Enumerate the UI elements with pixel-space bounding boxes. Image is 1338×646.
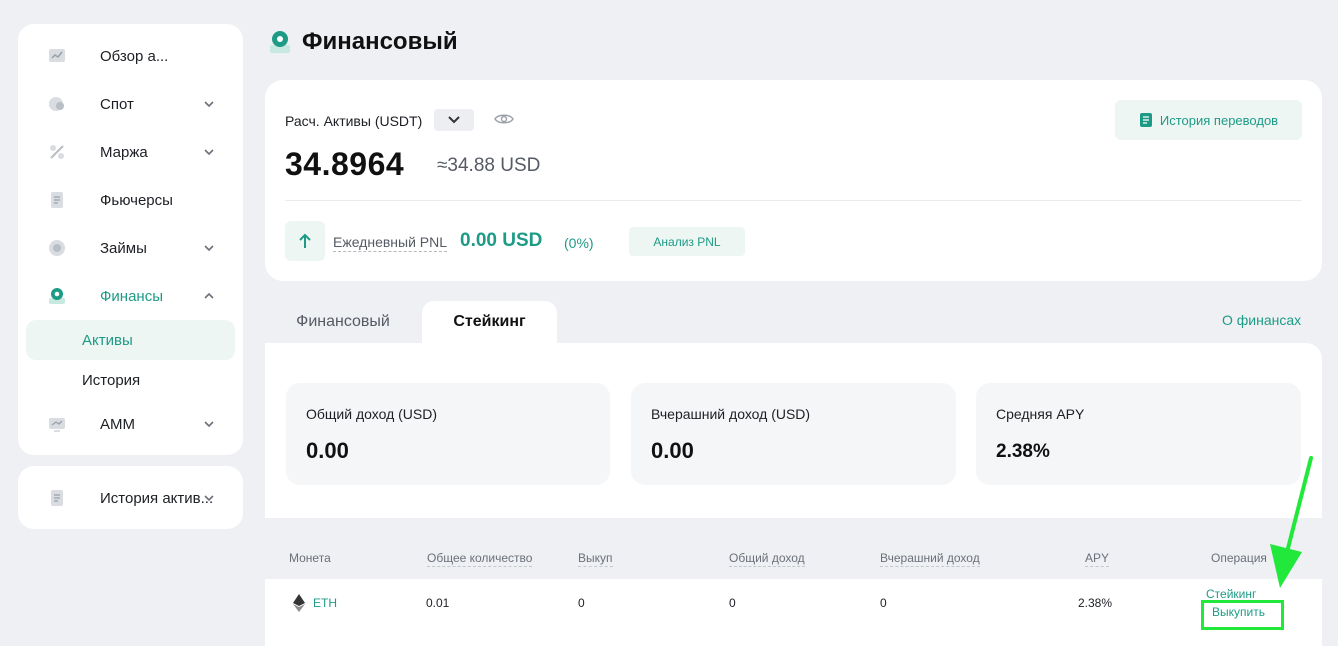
chevron-down-icon bbox=[204, 421, 214, 428]
about-finance-link[interactable]: О финансах bbox=[1222, 312, 1301, 328]
transfer-history-label: История переводов bbox=[1159, 112, 1279, 128]
tab-staking[interactable]: Стейкинг bbox=[422, 301, 557, 343]
sidebar-subitem-history[interactable]: История bbox=[26, 360, 235, 400]
sidebar-item-spot[interactable]: Спот bbox=[26, 84, 235, 124]
sidebar: Обзор а... Спот Маржа Фьючерсы Займы Фин… bbox=[18, 24, 243, 455]
sidebar-item-amm[interactable]: AMM bbox=[26, 404, 235, 444]
sidebar-item-label: Спот bbox=[100, 95, 134, 113]
pnl-indicator bbox=[285, 221, 325, 261]
chevron-down-icon bbox=[204, 101, 214, 108]
sidebar-item-label: Финансы bbox=[100, 287, 163, 305]
sidebar-item-loans[interactable]: Займы bbox=[26, 228, 235, 268]
sidebar-subitem-label: Активы bbox=[82, 332, 133, 349]
annotation-arrow-icon bbox=[1270, 456, 1313, 588]
cell-total-income: 0 bbox=[729, 596, 736, 610]
column-header-total-amount: Общее количество bbox=[427, 551, 533, 567]
cell-total-amount: 0.01 bbox=[426, 596, 450, 610]
highlight-box bbox=[1201, 600, 1284, 630]
sidebar-item-label: Маржа bbox=[100, 143, 148, 161]
stat-value: 0.00 bbox=[651, 438, 694, 463]
transfer-history-button[interactable]: История переводов bbox=[1115, 100, 1302, 140]
coin-name[interactable]: ETH bbox=[313, 596, 337, 610]
document-icon bbox=[51, 490, 63, 506]
page-title: Финансовый bbox=[302, 28, 458, 55]
sidebar-item-label: История актив... bbox=[100, 489, 214, 507]
column-header-redeem: Выкуп bbox=[578, 551, 613, 567]
sidebar-item-label: AMM bbox=[100, 415, 135, 433]
chevron-down-icon bbox=[204, 149, 214, 156]
eye-icon[interactable] bbox=[494, 111, 514, 127]
futures-icon bbox=[51, 192, 63, 208]
sidebar-item-label: Фьючерсы bbox=[100, 191, 173, 209]
chevron-down-icon bbox=[204, 495, 214, 502]
stat-label: Вчерашний доход (USD) bbox=[651, 406, 811, 422]
sidebar-item-futures[interactable]: Фьючерсы bbox=[26, 180, 235, 220]
overview-icon bbox=[49, 49, 65, 62]
column-header-yesterday-income: Вчерашний доход bbox=[880, 551, 980, 567]
stat-total-income: Общий доход (USD) 0.00 bbox=[286, 383, 610, 485]
cell-yesterday-income: 0 bbox=[880, 596, 887, 610]
document-icon bbox=[1139, 113, 1152, 127]
assets-summary-card: Расч. Активы (USDT) 34.8964 ≈34.88 USD И… bbox=[265, 80, 1322, 281]
margin-icon bbox=[50, 145, 64, 159]
page-header: Финансовый bbox=[268, 28, 458, 56]
stat-average-apy: Средняя APY 2.38% bbox=[976, 383, 1301, 485]
sidebar-item-margin[interactable]: Маржа bbox=[26, 132, 235, 172]
cell-apy: 2.38% bbox=[1078, 596, 1113, 610]
daily-pnl-percent: (0%) bbox=[564, 235, 594, 251]
column-header-coin: Монета bbox=[289, 551, 331, 565]
daily-pnl-value: 0.00 USD bbox=[460, 230, 543, 251]
column-header-apy: APY bbox=[1085, 551, 1110, 567]
stat-label: Средняя APY bbox=[996, 406, 1085, 422]
column-header-total-income: Общий доход bbox=[729, 551, 805, 567]
currency-dropdown[interactable] bbox=[434, 109, 474, 131]
staking-panel: Общий доход (USD) 0.00 Вчерашний доход (… bbox=[265, 343, 1322, 518]
sidebar-item-overview[interactable]: Обзор а... bbox=[26, 36, 235, 76]
sidebar-subitem-label: История bbox=[82, 372, 141, 389]
sidebar-subitem-assets[interactable]: Активы bbox=[26, 320, 235, 360]
arrow-up-icon bbox=[299, 233, 311, 248]
sidebar-history-card: История актив... bbox=[18, 466, 243, 529]
stake-link[interactable]: Стейкинг bbox=[1206, 587, 1256, 601]
daily-pnl-label[interactable]: Ежедневный PNL bbox=[333, 234, 448, 252]
finance-icon bbox=[270, 31, 290, 53]
spot-icon bbox=[49, 97, 64, 111]
stat-yesterday-income: Вчерашний доход (USD) 0.00 bbox=[631, 383, 956, 485]
chevron-down-icon bbox=[448, 116, 460, 124]
ethereum-icon bbox=[293, 594, 305, 612]
usd-equivalent: ≈34.88 USD bbox=[437, 155, 541, 176]
loans-icon bbox=[49, 240, 65, 256]
finance-icon bbox=[49, 288, 65, 304]
stat-label: Общий доход (USD) bbox=[306, 406, 438, 422]
cell-redeem: 0 bbox=[578, 596, 585, 610]
sidebar-item-label: Займы bbox=[100, 239, 147, 257]
sidebar-item-asset-history[interactable]: История актив... bbox=[26, 478, 235, 518]
stat-value: 0.00 bbox=[306, 438, 349, 463]
divider bbox=[285, 200, 1302, 201]
sidebar-item-label: Обзор а... bbox=[100, 47, 169, 65]
chevron-up-icon bbox=[204, 292, 214, 299]
stat-value: 2.38% bbox=[996, 441, 1050, 462]
total-assets-value: 34.8964 bbox=[285, 146, 405, 182]
sidebar-item-finance[interactable]: Финансы bbox=[26, 276, 235, 316]
chevron-down-icon bbox=[204, 245, 214, 252]
estimated-assets-label: Расч. Активы (USDT) bbox=[285, 113, 423, 129]
column-header-operation: Операция bbox=[1211, 551, 1267, 565]
amm-icon bbox=[49, 418, 65, 432]
tab-financial[interactable]: Финансовый bbox=[265, 301, 421, 343]
pnl-analysis-button[interactable]: Анализ PNL bbox=[629, 227, 745, 256]
table-row bbox=[265, 579, 1322, 646]
